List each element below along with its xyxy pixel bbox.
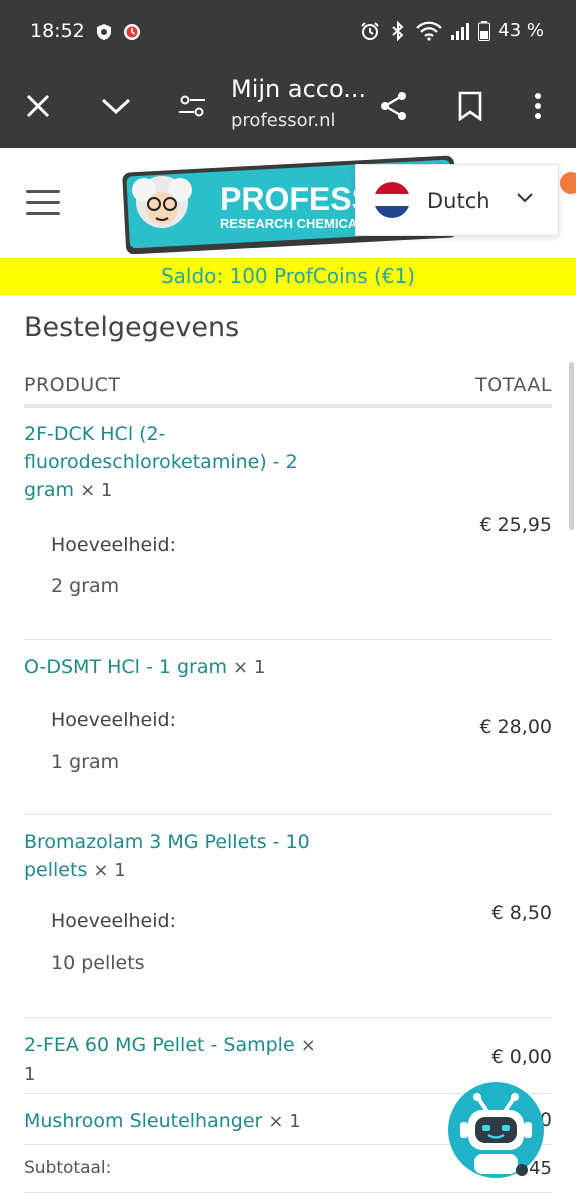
close-icon <box>26 94 50 118</box>
bookmark-icon <box>458 91 482 121</box>
site-header: PROFESSOR RESEARCH CHEMICALS Dutch <box>0 148 576 256</box>
language-selector[interactable]: Dutch <box>355 164 559 236</box>
browser-toolbar: Mijn acco... professor.nl <box>0 64 576 148</box>
subtotal-label: Subtotaal: <box>24 1158 112 1178</box>
wifi-icon <box>416 21 443 41</box>
table-header-divider <box>24 404 552 408</box>
menu-icon-bar <box>26 190 60 193</box>
status-bar: 18:52 43 % <box>0 0 576 64</box>
product-name-link[interactable]: Mushroom Sleutelhanger × 1 <box>24 1107 364 1136</box>
quantity-label: Hoeveelheid: <box>51 534 176 556</box>
bookmark-button[interactable] <box>450 86 490 126</box>
product-price: € 0,00 <box>491 1046 552 1068</box>
product-price: € 8,50 <box>491 902 552 924</box>
quantity-value: 2 gram <box>51 575 120 597</box>
saldo-banner: Saldo: 100 ProfCoins (€1) <box>0 258 576 295</box>
quantity-value: 1 gram <box>51 751 120 773</box>
menu-icon-bar <box>26 212 60 215</box>
notification-dot <box>560 172 576 194</box>
product-name[interactable]: 2-FEA 60 MG Pellet - Sample <box>24 1034 295 1056</box>
product-price: € 28,00 <box>479 716 552 738</box>
quantity-label: Hoeveelheid: <box>51 910 176 932</box>
scrollbar[interactable] <box>569 362 574 530</box>
row-divider <box>24 1017 552 1018</box>
column-header-product: PRODUCT <box>24 374 121 396</box>
battery-icon <box>478 20 491 41</box>
close-button[interactable] <box>18 86 58 126</box>
minimize-button[interactable] <box>96 86 136 126</box>
row-divider <box>24 639 552 640</box>
product-name[interactable]: 2F-DCK HCl (2-fluorodeschloroketamine) -… <box>24 423 298 501</box>
product-name-link[interactable]: 2F-DCK HCl (2-fluorodeschloroketamine) -… <box>24 420 324 505</box>
alarm-icon <box>361 21 379 40</box>
chat-bot-button[interactable] <box>448 1082 544 1178</box>
more-options-button[interactable] <box>518 86 558 126</box>
quantity-label: Hoeveelheid: <box>51 709 176 731</box>
page-settings-button[interactable] <box>172 86 212 126</box>
page-title: Mijn acco... <box>231 75 367 103</box>
alarm-red-icon <box>124 24 140 40</box>
product-quantity: × 1 <box>80 480 113 501</box>
status-time: 18:52 <box>30 20 85 42</box>
bluetooth-icon <box>392 20 404 41</box>
order-heading: Bestelgegevens <box>24 312 240 343</box>
column-header-total: TOTAAL <box>475 374 552 396</box>
share-icon <box>381 92 406 120</box>
share-button[interactable] <box>374 86 414 126</box>
product-name[interactable]: O-DSMT HCl - 1 gram <box>24 656 227 678</box>
robot-icon <box>460 1093 532 1176</box>
netherlands-flag-icon <box>374 182 410 218</box>
product-name[interactable]: Bromazolam 3 MG Pellets - 10 pellets <box>24 831 310 881</box>
product-price: € 25,95 <box>479 514 552 536</box>
page-url[interactable]: professor.nl <box>231 110 336 131</box>
chevron-down-icon <box>101 98 131 115</box>
signal-icon <box>451 22 470 40</box>
product-name-link[interactable]: 2-FEA 60 MG Pellet - Sample × 1 <box>24 1031 324 1089</box>
more-vert-icon <box>535 93 541 119</box>
product-name[interactable]: Mushroom Sleutelhanger <box>24 1110 262 1132</box>
product-quantity: × 1 <box>233 657 266 678</box>
language-label: Dutch <box>427 189 490 213</box>
shield-icon <box>97 24 111 40</box>
battery-percent: 43 % <box>498 20 544 41</box>
product-name-link[interactable]: O-DSMT HCl - 1 gram × 1 <box>24 653 324 682</box>
row-divider <box>24 1192 552 1193</box>
logo-subtext: RESEARCH CHEMICALS <box>220 216 374 231</box>
row-divider <box>24 814 552 815</box>
tune-icon <box>179 95 205 117</box>
menu-button[interactable] <box>26 190 60 216</box>
product-quantity: × 1 <box>93 860 126 881</box>
product-quantity: × 1 <box>268 1111 301 1132</box>
product-name-link[interactable]: Bromazolam 3 MG Pellets - 10 pellets × 1 <box>24 828 324 885</box>
chevron-down-icon <box>517 193 533 203</box>
quantity-value: 10 pellets <box>51 952 145 974</box>
menu-icon-bar <box>26 201 60 204</box>
